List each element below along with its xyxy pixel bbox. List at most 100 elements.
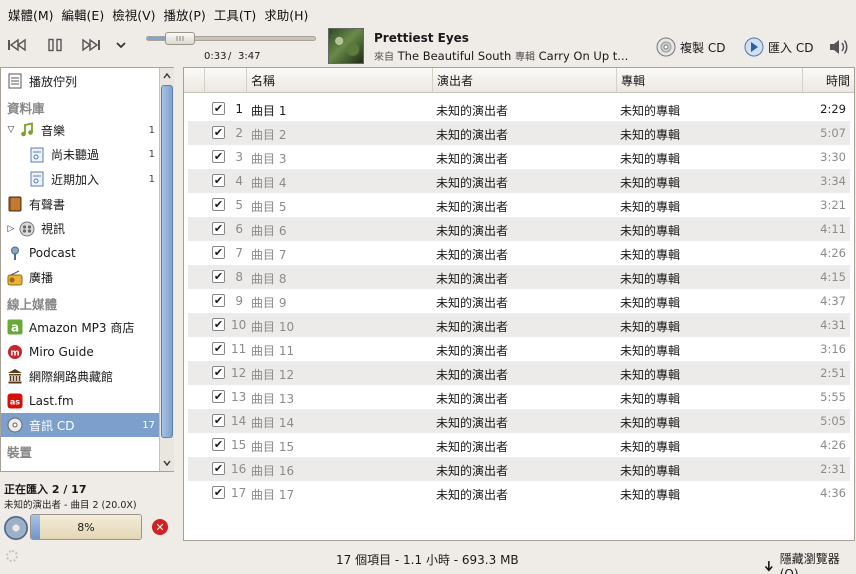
grip-icon <box>176 36 184 41</box>
scroll-down-button[interactable] <box>160 455 174 471</box>
track-artist: 未知的演出者 <box>436 416 509 430</box>
scrollbar-thumb[interactable] <box>161 85 173 438</box>
track-checkbox[interactable]: ✔ <box>212 414 225 427</box>
import-current-track: 未知的演出者 - 曲目 2 (20.0X) <box>4 500 137 511</box>
sidebar-item[interactable]: 播放佇列 <box>1 69 159 93</box>
track-artist: 未知的演出者 <box>436 344 509 358</box>
sidebar-item[interactable]: a Amazon MP3 商店 <box>1 315 159 339</box>
table-row[interactable]: ✔ 6 曲目 6 未知的演出者 未知的專輯 4:11 <box>188 217 850 241</box>
expander-closed-icon[interactable]: ▷ <box>5 224 17 234</box>
sidebar-item[interactable]: ▷ 視訊 <box>1 217 159 241</box>
track-artist: 未知的演出者 <box>436 296 509 310</box>
sidebar-item-label: 音訊 CD <box>29 418 75 433</box>
track-checkbox[interactable]: ✔ <box>212 222 225 235</box>
track-time: 4:36 <box>820 486 846 500</box>
sidebar-item[interactable]: as Last.fm <box>1 389 159 413</box>
previous-icon <box>8 38 26 52</box>
track-album: 未知的專輯 <box>620 344 681 358</box>
table-row[interactable]: ✔ 7 曲目 7 未知的演出者 未知的專輯 4:26 <box>188 241 850 265</box>
track-checkbox[interactable]: ✔ <box>212 174 225 187</box>
column-checkbox[interactable] <box>184 68 204 93</box>
table-row[interactable]: ✔ 14 曲目 14 未知的演出者 未知的專輯 5:05 <box>188 409 850 433</box>
copy-cd-button[interactable]: 複製 CD <box>656 37 725 57</box>
svg-text:m: m <box>10 348 19 358</box>
import-cd-icon <box>4 516 28 540</box>
track-checkbox[interactable]: ✔ <box>212 102 225 115</box>
table-row[interactable]: ✔ 9 曲目 9 未知的演出者 未知的專輯 4:37 <box>188 289 850 313</box>
menu-edit[interactable]: 編輯(E) <box>58 5 109 24</box>
sidebar-item[interactable]: Podcast <box>1 241 159 265</box>
sidebar-item[interactable]: 近期加入 1 <box>1 167 159 191</box>
column-name[interactable]: 名稱 <box>246 68 432 93</box>
table-row[interactable]: ✔ 10 曲目 10 未知的演出者 未知的專輯 4:31 <box>188 313 850 337</box>
table-row[interactable]: ✔ 8 曲目 8 未知的演出者 未知的專輯 4:15 <box>188 265 850 289</box>
track-checkbox[interactable]: ✔ <box>212 366 225 379</box>
track-time: 4:15 <box>820 270 846 284</box>
column-album[interactable]: 專輯 <box>616 68 802 93</box>
track-checkbox[interactable]: ✔ <box>212 126 225 139</box>
menu-playback[interactable]: 播放(P) <box>160 5 210 24</box>
table-row[interactable]: ✔ 12 曲目 12 未知的演出者 未知的專輯 2:51 <box>188 361 850 385</box>
previous-button[interactable] <box>6 36 28 54</box>
track-name: 曲目 12 <box>251 368 295 382</box>
track-album: 未知的專輯 <box>620 272 681 286</box>
track-checkbox[interactable]: ✔ <box>212 150 225 163</box>
track-checkbox[interactable]: ✔ <box>212 486 225 499</box>
table-row[interactable]: ✔ 11 曲目 11 未知的演出者 未知的專輯 3:16 <box>188 337 850 361</box>
sidebar-item[interactable]: ▽ 音樂 1 <box>1 118 159 142</box>
menu-media[interactable]: 媒體(M) <box>4 5 58 24</box>
miro-icon: m <box>7 344 23 360</box>
table-row[interactable]: ✔ 16 曲目 16 未知的演出者 未知的專輯 2:31 <box>188 457 850 481</box>
track-checkbox[interactable]: ✔ <box>212 438 225 451</box>
expander-open-icon[interactable]: ▽ <box>5 125 17 135</box>
status-summary: 17 個項目 - 1.1 小時 - 693.3 MB <box>336 553 519 567</box>
sidebar-item-label: 視訊 <box>41 222 66 237</box>
pause-button[interactable] <box>44 36 66 54</box>
sidebar-scrollbar[interactable] <box>159 68 174 471</box>
track-checkbox[interactable]: ✔ <box>212 246 225 259</box>
menu-tools[interactable]: 工具(T) <box>210 5 260 24</box>
column-number[interactable] <box>204 68 246 93</box>
track-checkbox[interactable]: ✔ <box>212 318 225 331</box>
track-name: 曲目 7 <box>251 248 287 262</box>
column-artist[interactable]: 演出者 <box>432 68 616 93</box>
cancel-import-button[interactable]: ✕ <box>152 519 168 535</box>
track-checkbox[interactable]: ✔ <box>212 462 225 475</box>
sidebar-item[interactable]: m Miro Guide <box>1 340 159 364</box>
column-artist-label: 演出者 <box>437 74 474 88</box>
table-row[interactable]: ✔ 5 曲目 5 未知的演出者 未知的專輯 3:21 <box>188 193 850 217</box>
next-button[interactable] <box>80 36 102 54</box>
scroll-up-button[interactable] <box>160 68 174 84</box>
sidebar-item[interactable]: 網際網路典藏館 <box>1 364 159 388</box>
track-checkbox[interactable]: ✔ <box>212 294 225 307</box>
sidebar-item[interactable]: 廣播 <box>1 266 159 290</box>
track-checkbox[interactable]: ✔ <box>212 270 225 283</box>
track-time: 4:11 <box>820 222 846 236</box>
import-cd-button[interactable]: 匯入 CD <box>744 37 813 57</box>
sidebar-item[interactable]: 音訊 CD 17 <box>1 413 159 438</box>
repeat-menu-button[interactable] <box>110 36 132 54</box>
menu-bar: 媒體(M) 編輯(E) 檢視(V) 播放(P) 工具(T) 求助(H) <box>0 0 856 28</box>
track-album: 未知的專輯 <box>620 464 681 478</box>
volume-button[interactable] <box>828 37 850 60</box>
album-art[interactable] <box>328 28 364 64</box>
seek-slider-handle[interactable] <box>165 32 195 45</box>
sidebar-item[interactable]: 尚未聽過 1 <box>1 143 159 167</box>
table-row[interactable]: ✔ 15 曲目 15 未知的演出者 未知的專輯 4:26 <box>188 433 850 457</box>
column-time[interactable]: 時間 <box>802 68 854 93</box>
track-checkbox[interactable]: ✔ <box>212 342 225 355</box>
menu-view[interactable]: 檢視(V) <box>108 5 159 24</box>
table-row[interactable]: ✔ 4 曲目 4 未知的演出者 未知的專輯 3:34 <box>188 169 850 193</box>
hide-browser-button[interactable]: 隱藏瀏覽器(O) <box>764 550 856 574</box>
track-checkbox[interactable]: ✔ <box>212 390 225 403</box>
checkmark-icon: ✔ <box>213 366 224 379</box>
track-artist: 未知的演出者 <box>436 272 509 286</box>
table-row[interactable]: ✔ 1 曲目 1 未知的演出者 未知的專輯 2:29 <box>188 97 850 121</box>
table-row[interactable]: ✔ 13 曲目 13 未知的演出者 未知的專輯 5:55 <box>188 385 850 409</box>
menu-help[interactable]: 求助(H) <box>260 5 312 24</box>
track-checkbox[interactable]: ✔ <box>212 198 225 211</box>
table-row[interactable]: ✔ 3 曲目 3 未知的演出者 未知的專輯 3:30 <box>188 145 850 169</box>
sidebar-item[interactable]: 有聲書 <box>1 192 159 216</box>
table-row[interactable]: ✔ 17 曲目 17 未知的演出者 未知的專輯 4:36 <box>188 481 850 505</box>
table-row[interactable]: ✔ 2 曲目 2 未知的演出者 未知的專輯 5:07 <box>188 121 850 145</box>
